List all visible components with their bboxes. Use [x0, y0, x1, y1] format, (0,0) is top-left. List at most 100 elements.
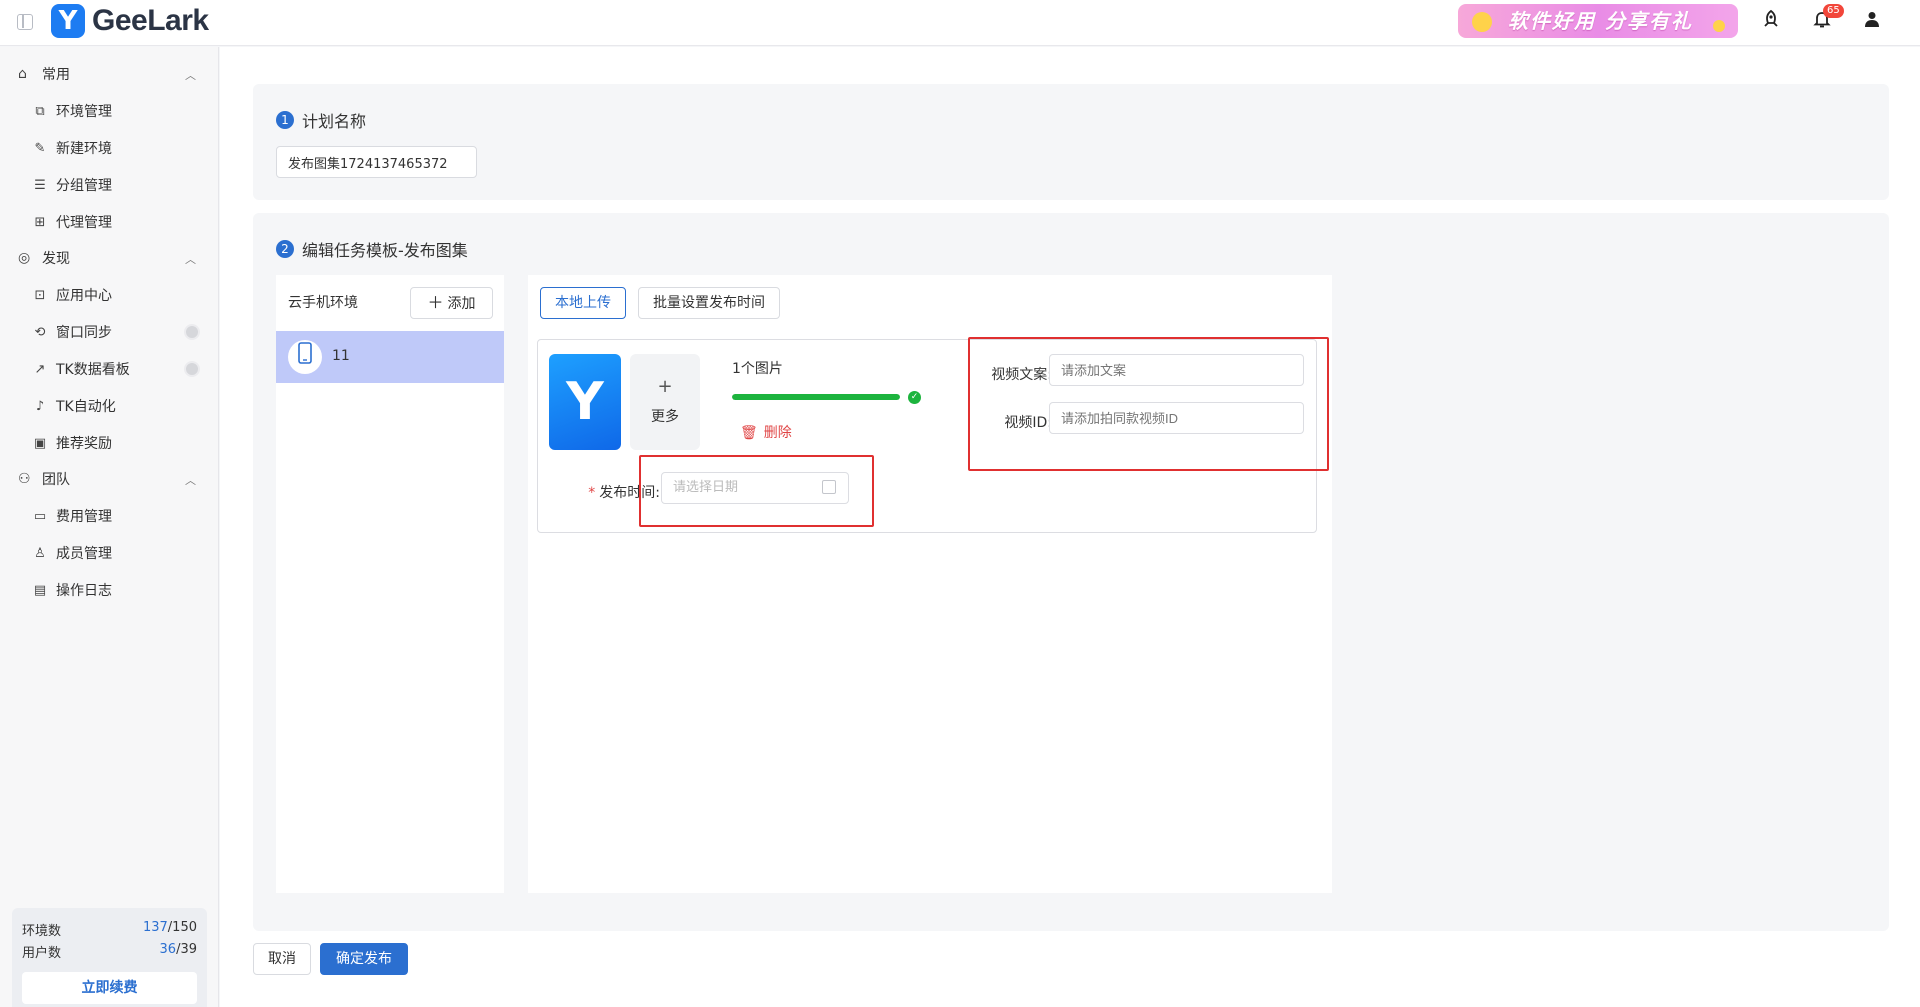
env-usage-row: 环境数 137/150 [22, 920, 197, 939]
add-env-button[interactable]: ＋添加 [410, 287, 493, 319]
step-number: 1 [276, 111, 294, 129]
brand-name: GeeLark [92, 4, 209, 37]
rocket-icon[interactable] [1757, 9, 1785, 37]
usage-card: 环境数 137/150 用户数 36/39 立即续费 2024-11-02 [12, 908, 207, 1007]
edit-icon: ✎ [34, 140, 46, 156]
gift-icon: ▣ [33, 435, 47, 451]
env-usage-label: 环境数 [22, 924, 62, 939]
plan-name-panel: 1 计划名称 [253, 84, 1889, 200]
progress-fill [732, 394, 900, 400]
sidebar-item-label: 应用中心 [56, 288, 112, 304]
sync-icon: ⟲ [34, 324, 46, 340]
more-images-button[interactable]: + 更多 [630, 354, 700, 450]
sidebar-item-label: TK数据看板 [56, 362, 130, 378]
promo-banner[interactable]: 软件好用 分享有礼 [1458, 4, 1738, 38]
plan-name-input[interactable] [276, 146, 477, 178]
chevron-up-icon[interactable]: ︿ [185, 472, 196, 488]
sidebar-item-label: 窗口同步 [56, 325, 112, 341]
tab-local-upload[interactable]: 本地上传 [540, 287, 626, 319]
feature-badge-icon [184, 361, 200, 377]
sidebar-item-billing[interactable]: ▭ 费用管理 [32, 506, 112, 526]
sidebar-item-label: 推荐奖励 [56, 436, 112, 452]
sidebar-item-env-manage[interactable]: ⧉ 环境管理 [32, 101, 112, 121]
home-icon: ⌂ [18, 66, 27, 82]
list-icon: ☰ [34, 177, 46, 193]
main-content: 1 计划名称 2 编辑任务模板-发布图集 云手机环境 ＋添加 11 本地上传 批… [220, 47, 1920, 1007]
geelark-logo-icon: Y [51, 4, 85, 38]
network-icon: ⊞ [34, 214, 46, 230]
env-used-count: 137 [142, 920, 168, 935]
highlight-box-caption-fields [968, 337, 1329, 471]
user-icon[interactable] [1858, 9, 1886, 37]
sidebar-item-label: 分组管理 [56, 178, 112, 194]
task-template-panel: 2 编辑任务模板-发布图集 云手机环境 ＋添加 11 本地上传 批量设置发布时间… [253, 213, 1889, 931]
renew-button[interactable]: 立即续费 [22, 972, 197, 1004]
image-thumbnail[interactable]: Y [549, 354, 621, 450]
section-label: 团队 [42, 472, 70, 488]
sidebar-section-discover[interactable]: ◎ 发现 [18, 248, 70, 268]
sidebar-item-label: TK自动化 [56, 399, 116, 415]
chevron-up-icon[interactable]: ︿ [185, 67, 196, 83]
delete-label: 删除 [763, 425, 792, 441]
log-icon: ▤ [33, 582, 47, 598]
planet-icon: ◎ [18, 250, 31, 266]
sidebar-item-app-center[interactable]: ⊡ 应用中心 [32, 285, 112, 305]
section-label: 常用 [42, 67, 70, 83]
delete-button[interactable]: 🗑 删除 [740, 422, 792, 442]
sidebar-item-group-manage[interactable]: ☰ 分组管理 [32, 175, 112, 195]
step-number: 2 [276, 240, 294, 258]
sidebar-item-window-sync[interactable]: ⟲ 窗口同步 [32, 322, 112, 342]
sidebar-toggle-icon[interactable] [17, 14, 33, 30]
chart-icon: ↗ [34, 361, 46, 377]
step-title-text: 编辑任务模板-发布图集 [302, 241, 468, 260]
sidebar-item-new-env[interactable]: ✎ 新建环境 [32, 138, 112, 158]
env-total-count: /150 [167, 920, 197, 935]
sidebar-item-operation-log[interactable]: ▤ 操作日志 [32, 580, 112, 600]
sidebar-item-label: 新建环境 [56, 141, 112, 157]
sidebar-item-members[interactable]: ♙ 成员管理 [32, 543, 112, 563]
required-mark: * [588, 485, 596, 501]
sidebar-item-label: 环境管理 [56, 104, 112, 120]
env-list-header: 云手机环境 [288, 295, 358, 311]
sidebar-section-team[interactable]: ⚇ 团队 [18, 469, 70, 489]
sidebar-item-referral[interactable]: ▣ 推荐奖励 [32, 433, 112, 453]
sidebar-item-label: 操作日志 [56, 583, 112, 599]
plus-icon: + [657, 376, 673, 397]
check-circle-icon: ✓ [908, 391, 921, 404]
tab-batch-publish-time[interactable]: 批量设置发布时间 [638, 287, 780, 319]
coin-icon [1472, 12, 1492, 32]
puzzle-icon: ⊡ [34, 287, 46, 303]
feature-badge-icon [184, 324, 200, 340]
sidebar-item-tk-dashboard[interactable]: ↗ TK数据看板 [32, 359, 130, 379]
confirm-publish-button[interactable]: 确定发布 [320, 943, 408, 975]
more-label: 更多 [651, 409, 679, 425]
sidebar-item-label: 费用管理 [56, 509, 112, 525]
highlight-box-publish-time [639, 455, 874, 527]
user-total-count: /39 [176, 942, 197, 957]
sidebar-item-proxy-manage[interactable]: ⊞ 代理管理 [32, 212, 112, 232]
member-icon: ♙ [34, 545, 46, 561]
user-usage-label: 用户数 [22, 946, 62, 961]
top-bar: Y GeeLark 软件好用 分享有礼 65 [0, 0, 1920, 46]
sidebar: ⌂ 常用 ︿ ⧉ 环境管理 ✎ 新建环境 ☰ 分组管理 ⊞ 代理管理 ◎ 发现 ︿ ⊡ 应… [0, 47, 219, 1007]
image-count: 1个图片 [732, 361, 783, 377]
env-name: 11 [332, 348, 350, 364]
user-used-count: 36 [159, 942, 177, 957]
team-icon: ⚇ [18, 471, 31, 487]
sidebar-item-label: 成员管理 [56, 546, 112, 562]
upload-progress-bar [732, 394, 900, 400]
phone-icon [288, 340, 322, 374]
plus-icon: ＋ [427, 293, 444, 312]
sidebar-item-label: 代理管理 [56, 215, 112, 231]
user-usage-row: 用户数 36/39 [22, 942, 197, 961]
sidebar-item-tk-automation[interactable]: ♪ TK自动化 [32, 396, 116, 416]
wallet-icon: ▭ [33, 508, 47, 524]
env-list-item[interactable]: 11 [276, 331, 504, 383]
chevron-up-icon[interactable]: ︿ [185, 251, 196, 267]
step1-title: 1 计划名称 [276, 108, 366, 132]
section-label: 发现 [42, 251, 70, 267]
add-label: 添加 [447, 296, 476, 312]
cancel-button[interactable]: 取消 [253, 943, 311, 975]
coin-icon [1713, 20, 1725, 32]
sidebar-section-common[interactable]: ⌂ 常用 [18, 64, 70, 84]
